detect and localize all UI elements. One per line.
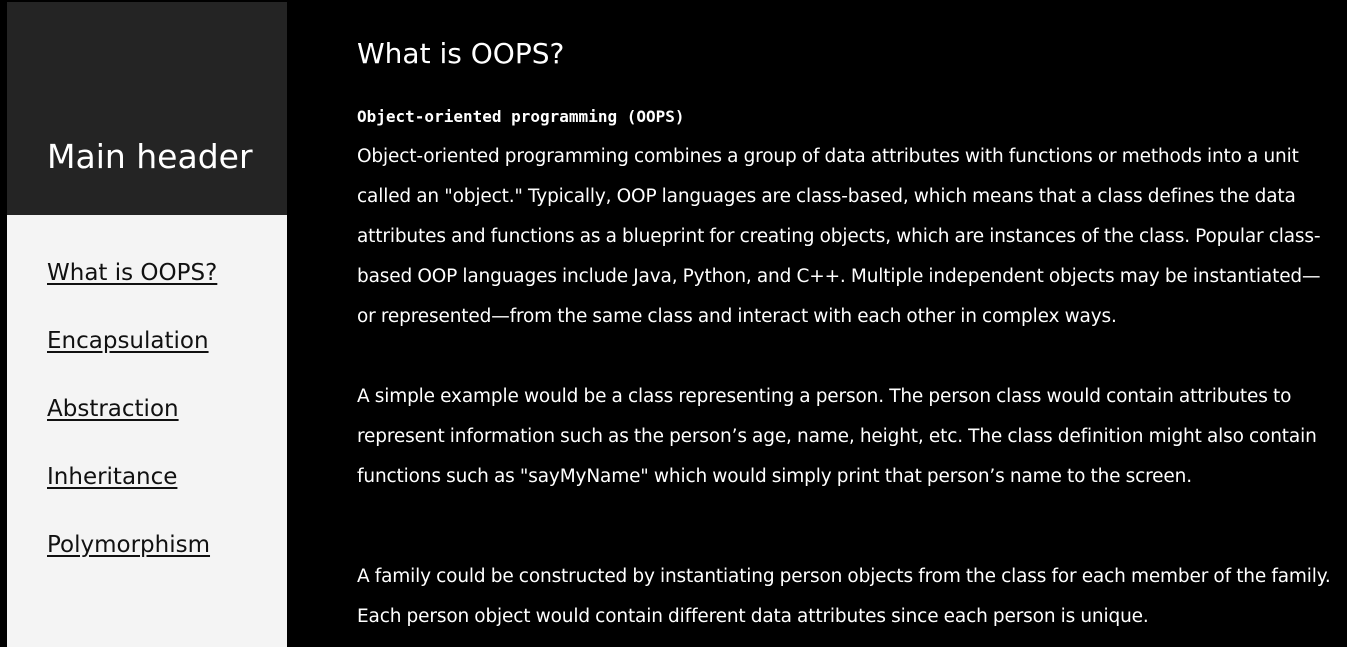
section-subtitle: Object-oriented programming (OOPS) (357, 107, 685, 126)
sidebar-item-polymorphism: Polymorphism (47, 526, 217, 594)
sidebar-item-encapsulation: Encapsulation (47, 322, 217, 390)
nav-link-inheritance[interactable]: Inheritance (47, 464, 177, 490)
nav-link-abstraction[interactable]: Abstraction (47, 396, 179, 422)
sidebar: Main header What is OOPS? Encapsulation … (7, 2, 287, 647)
sidebar-item-inheritance: Inheritance (47, 458, 217, 526)
sidebar-nav: What is OOPS? Encapsulation Abstraction … (47, 254, 217, 594)
paragraph-example: A simple example would be a class repres… (357, 386, 1317, 487)
nav-link-polymorphism[interactable]: Polymorphism (47, 532, 210, 558)
main-header-title: Main header (47, 137, 253, 176)
sidebar-item-what-is-oops: What is OOPS? (47, 254, 217, 322)
paragraph-intro: Object-oriented programming combines a g… (357, 146, 1321, 327)
sidebar-item-abstraction: Abstraction (47, 390, 217, 458)
nav-link-what-is-oops[interactable]: What is OOPS? (47, 260, 217, 286)
sidebar-header: Main header (7, 2, 287, 215)
paragraph-family: A family could be constructed by instant… (357, 566, 1331, 627)
nav-link-encapsulation[interactable]: Encapsulation (47, 328, 209, 354)
section-title: What is OOPS? (357, 37, 565, 70)
